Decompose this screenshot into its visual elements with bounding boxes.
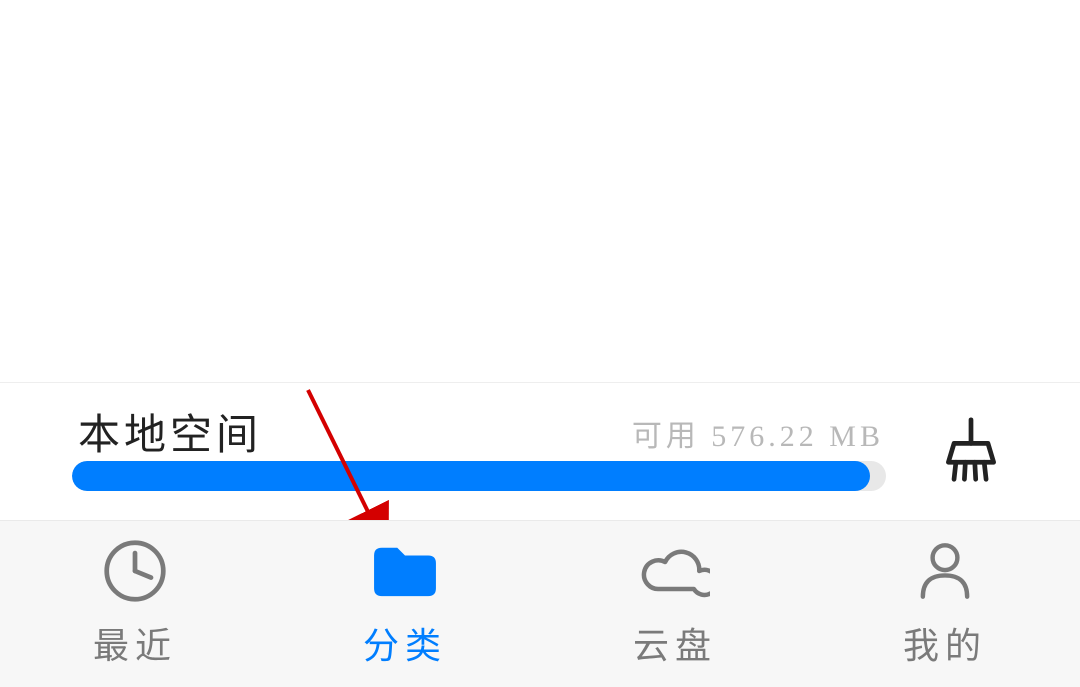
nav-label: 最近 [93, 617, 177, 669]
folder-icon [370, 539, 440, 603]
clean-button[interactable] [942, 417, 1000, 483]
storage-panel: 本地空间 可用 576.22 MB [0, 382, 1080, 521]
cloud-icon [640, 539, 710, 603]
nav-item-me[interactable]: 我的 [810, 521, 1080, 687]
nav-label: 云盘 [633, 617, 717, 669]
nav-item-categories[interactable]: 分类 [270, 521, 540, 687]
storage-available-text: 可用 576.22 MB [632, 411, 884, 455]
storage-progress-fill [72, 461, 870, 491]
nav-item-recent[interactable]: 最近 [0, 521, 270, 687]
storage-progress [72, 461, 886, 491]
main-content-blank [0, 0, 1080, 382]
nav-label: 我的 [903, 617, 987, 669]
broom-icon [942, 417, 1000, 483]
storage-title: 本地空间 [78, 401, 262, 462]
bottom-nav: 最近 分类 云盘 我的 [0, 520, 1080, 687]
person-icon [910, 539, 980, 603]
clock-icon [100, 539, 170, 603]
nav-item-cloud[interactable]: 云盘 [540, 521, 810, 687]
nav-label: 分类 [363, 617, 447, 669]
